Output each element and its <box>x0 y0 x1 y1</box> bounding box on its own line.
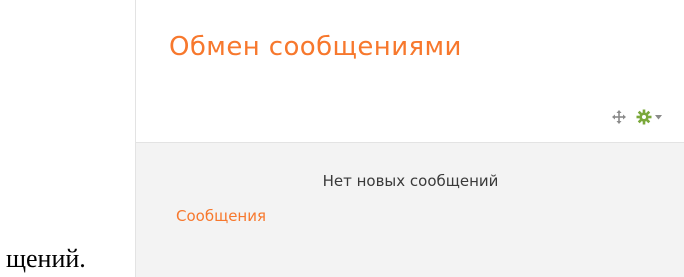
move-arrows-icon[interactable] <box>612 110 626 124</box>
no-new-messages-text: Нет новых сообщений <box>322 172 499 190</box>
gear-icon <box>636 109 652 125</box>
messages-block: Обмен сообщениями Нет новых сообщений Со… <box>135 0 684 277</box>
page: щений. Обмен сообщениями Нет новых сообщ… <box>0 0 684 277</box>
settings-menu-button[interactable] <box>636 109 662 125</box>
messages-link[interactable]: Сообщения <box>176 207 266 225</box>
document-text-fragment: щений. <box>6 244 86 273</box>
caret-down-icon <box>655 114 662 120</box>
block-title: Обмен сообщениями <box>169 32 462 62</box>
block-content: Нет новых сообщений Сообщения <box>136 142 684 277</box>
block-controls <box>612 109 662 125</box>
